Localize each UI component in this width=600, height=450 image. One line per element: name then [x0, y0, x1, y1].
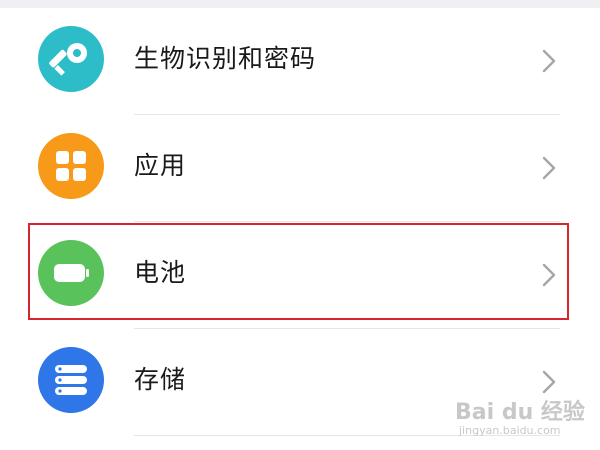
settings-item-label: 应用: [134, 151, 187, 180]
watermark-url: jingyan.baidu.com: [459, 424, 561, 437]
settings-item-label: 存储: [134, 365, 187, 394]
key-icon: [38, 26, 104, 92]
apps-grid-icon: [38, 133, 104, 199]
settings-item-biometrics[interactable]: 生物识别和密码: [0, 8, 600, 114]
storage-icon: [38, 347, 104, 413]
watermark-text: Bai du 经验: [455, 400, 585, 425]
chevron-right-icon: [542, 49, 556, 73]
baidu-watermark: Bai du 经验 jingyan.baidu.com: [455, 394, 595, 442]
chevron-right-icon: [542, 370, 556, 394]
highlight-box: [28, 223, 569, 320]
chevron-right-icon: [542, 156, 556, 180]
settings-item-apps[interactable]: 应用: [0, 115, 600, 221]
settings-item-label: 生物识别和密码: [134, 44, 317, 73]
top-band: [0, 0, 600, 8]
